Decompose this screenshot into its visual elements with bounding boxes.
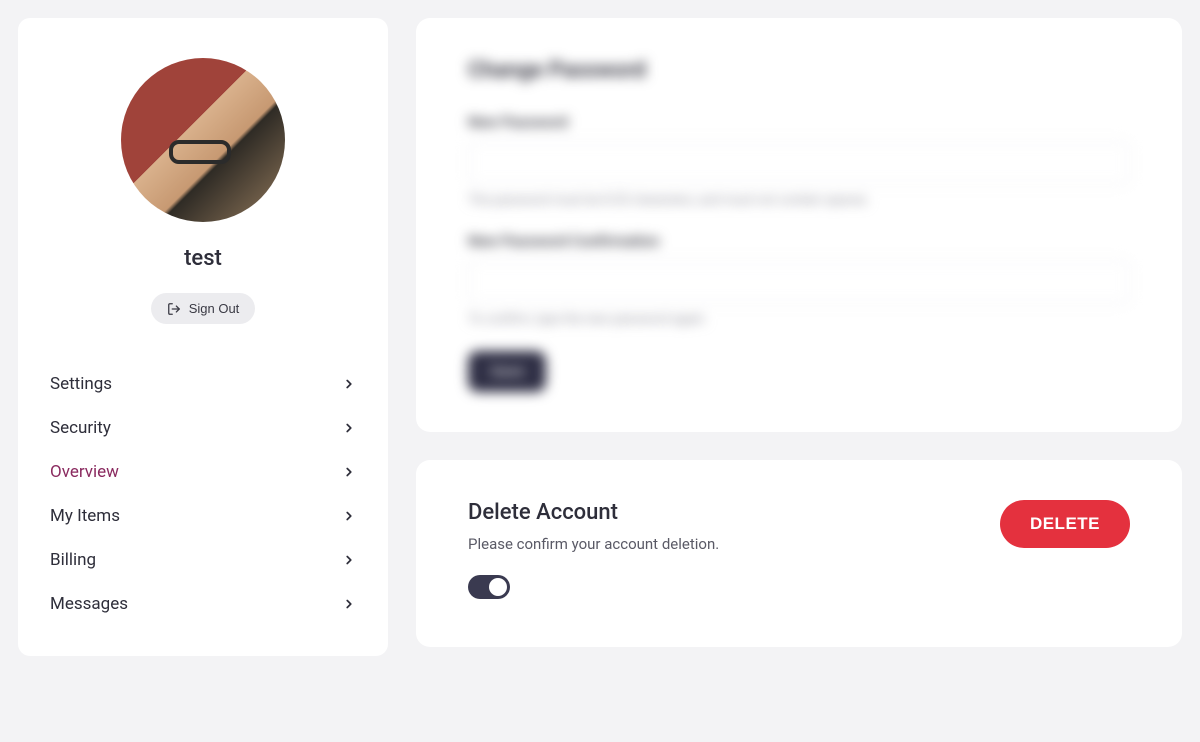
sidebar-item-billing[interactable]: Billing xyxy=(48,538,358,582)
sidebar-item-label: Security xyxy=(50,418,111,438)
sidebar-item-label: Messages xyxy=(50,594,128,614)
sidebar-nav: Settings Security Overview My Items Bill… xyxy=(48,362,358,626)
sidebar-item-overview[interactable]: Overview xyxy=(48,450,358,494)
chevron-right-icon xyxy=(342,597,356,611)
sidebar-item-messages[interactable]: Messages xyxy=(48,582,358,626)
sidebar-item-label: Billing xyxy=(50,550,96,570)
sidebar-item-security[interactable]: Security xyxy=(48,406,358,450)
main-content: Change Password New Password The passwor… xyxy=(416,18,1182,656)
delete-account-card: Delete Account Please confirm your accou… xyxy=(416,460,1182,647)
sidebar-item-label: Overview xyxy=(50,462,119,482)
chevron-right-icon xyxy=(342,465,356,479)
sidebar-item-settings[interactable]: Settings xyxy=(48,362,358,406)
new-password-label: New Password xyxy=(468,113,1130,131)
sign-out-button[interactable]: Sign Out xyxy=(151,293,256,324)
sidebar-item-my-items[interactable]: My Items xyxy=(48,494,358,538)
avatar xyxy=(121,58,285,222)
delete-account-description: Please confirm your account deletion. xyxy=(468,535,719,553)
delete-account-title: Delete Account xyxy=(468,500,719,525)
confirm-delete-toggle[interactable] xyxy=(468,575,510,599)
change-password-card: Change Password New Password The passwor… xyxy=(416,18,1182,432)
delete-button[interactable]: DELETE xyxy=(1000,500,1130,548)
sign-out-label: Sign Out xyxy=(189,301,240,316)
chevron-right-icon xyxy=(342,509,356,523)
confirm-password-hint: To confirm, type the new password again. xyxy=(468,312,1130,327)
sidebar-item-label: My Items xyxy=(50,506,120,526)
chevron-right-icon xyxy=(342,377,356,391)
chevron-right-icon xyxy=(342,553,356,567)
sign-out-icon xyxy=(167,302,181,316)
confirm-password-input[interactable] xyxy=(468,260,1130,304)
username-label: test xyxy=(48,246,358,271)
sidebar-item-label: Settings xyxy=(50,374,112,394)
chevron-right-icon xyxy=(342,421,356,435)
new-password-hint: The password must be 8-20 characters, an… xyxy=(468,193,1130,208)
profile-sidebar: test Sign Out Settings Security Overview… xyxy=(18,18,388,656)
new-password-input[interactable] xyxy=(468,141,1130,185)
save-button[interactable]: Save xyxy=(468,351,546,392)
confirm-password-label: New Password Confirmation xyxy=(468,232,1130,250)
change-password-title: Change Password xyxy=(468,58,1130,83)
